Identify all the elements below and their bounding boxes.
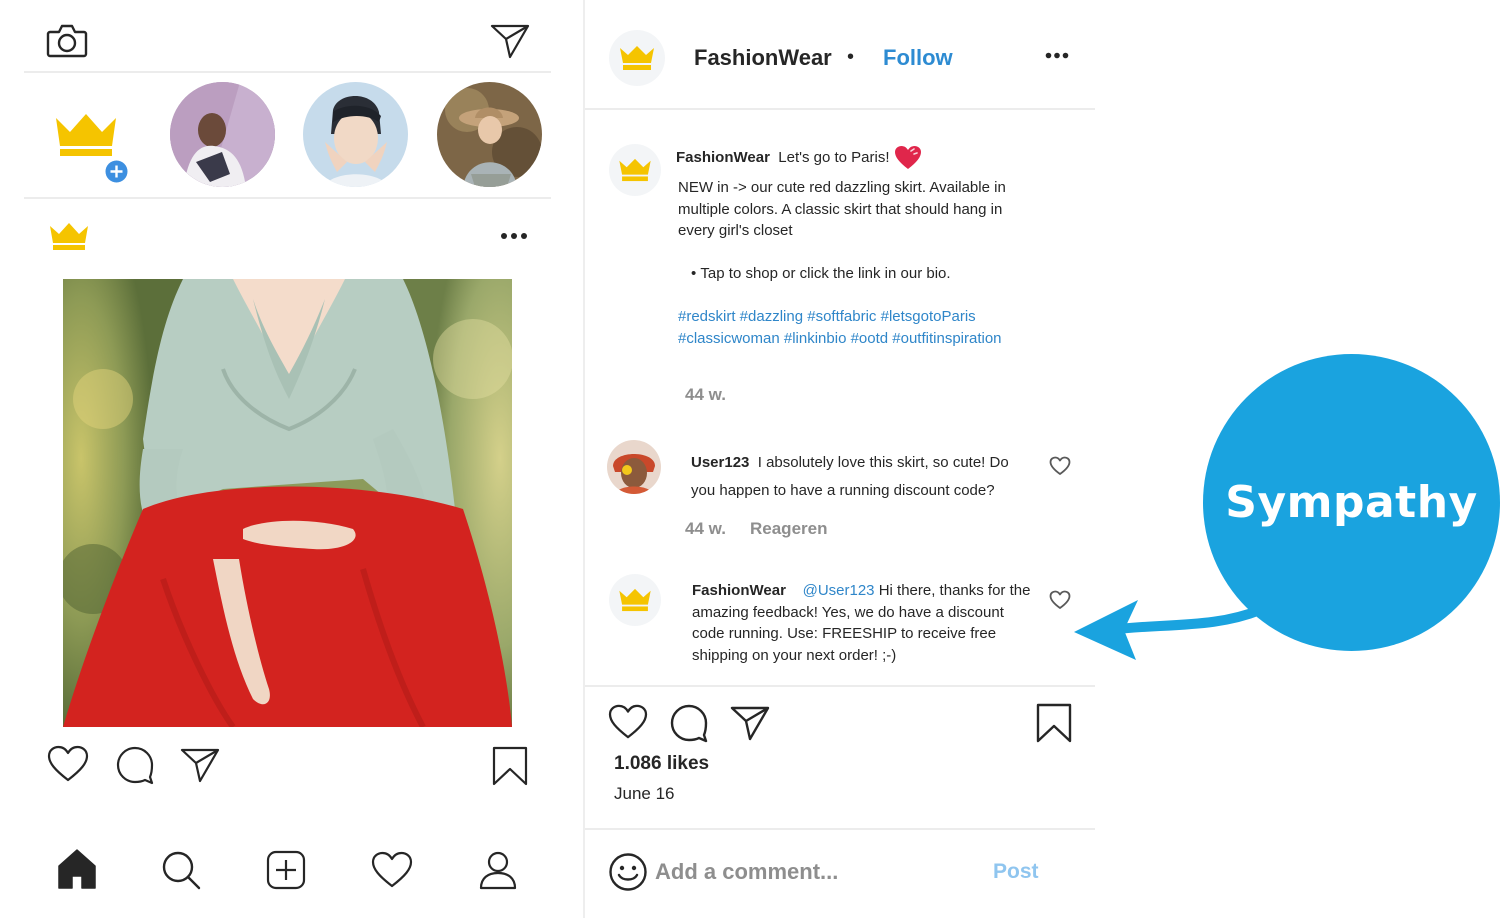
stories-divider bbox=[24, 197, 551, 199]
caption-title: Let's go to Paris! bbox=[778, 149, 890, 166]
follow-button[interactable]: Follow bbox=[883, 45, 953, 71]
story-user-3[interactable] bbox=[437, 82, 542, 187]
sympathy-callout: Sympathy bbox=[1203, 354, 1500, 651]
bullet-dot: • bbox=[691, 265, 701, 282]
post-detail-panel: FashionWear • Follow FashionWear Let's g… bbox=[583, 0, 1095, 918]
post-photo[interactable] bbox=[63, 279, 512, 727]
comment-icon[interactable] bbox=[115, 745, 155, 785]
search-icon[interactable] bbox=[161, 850, 201, 890]
header-divider bbox=[585, 108, 1095, 110]
profile-icon[interactable] bbox=[478, 850, 518, 890]
direct-message-icon[interactable] bbox=[490, 23, 530, 59]
account-name[interactable]: FashionWear bbox=[694, 45, 832, 71]
crown-icon bbox=[619, 588, 651, 612]
crown-icon bbox=[56, 114, 116, 156]
caption-hashtags[interactable]: #redskirt #dazzling #softfabric #letsgot… bbox=[678, 306, 1008, 349]
crown-icon bbox=[619, 158, 651, 182]
comment-input[interactable] bbox=[655, 855, 975, 889]
share-icon[interactable] bbox=[730, 705, 770, 741]
caption-bullet: • Tap to shop or click the link in our b… bbox=[691, 263, 1031, 285]
likes-count[interactable]: 1.086 likes bbox=[614, 752, 709, 776]
header-separator: • bbox=[847, 46, 855, 68]
caption-author-avatar[interactable] bbox=[609, 144, 661, 196]
home-icon[interactable] bbox=[57, 848, 97, 890]
user123-avatar[interactable] bbox=[607, 440, 661, 494]
camera-icon[interactable] bbox=[46, 22, 88, 60]
story-user-2[interactable] bbox=[303, 82, 408, 187]
new-post-icon[interactable] bbox=[266, 850, 306, 890]
left-feed-panel bbox=[0, 0, 580, 918]
comment-icon[interactable] bbox=[669, 703, 709, 743]
heart-icon[interactable] bbox=[47, 745, 89, 783]
heart-icon[interactable] bbox=[608, 704, 648, 740]
caption-bullet-text: Tap to shop or click the link in our bio… bbox=[700, 265, 951, 282]
post-author-avatar[interactable] bbox=[48, 222, 90, 252]
like-comment-1-icon[interactable] bbox=[1049, 456, 1071, 476]
activity-icon[interactable] bbox=[371, 851, 413, 889]
crown-icon bbox=[620, 46, 654, 70]
bookmark-icon[interactable] bbox=[492, 746, 528, 786]
account-avatar[interactable] bbox=[609, 30, 665, 86]
input-divider bbox=[585, 828, 1095, 830]
story-user-1[interactable] bbox=[170, 82, 275, 187]
caption-age: 44 w. bbox=[685, 385, 726, 404]
share-icon[interactable] bbox=[180, 747, 220, 783]
comment-1-author[interactable]: User123 bbox=[691, 454, 749, 471]
comment-1-text: User123 I absolutely love this skirt, so… bbox=[691, 449, 1031, 505]
reply-author-avatar[interactable] bbox=[609, 574, 661, 626]
more-icon[interactable] bbox=[500, 232, 528, 240]
comment-2-text: FashionWear @User123 Hi there, thanks fo… bbox=[692, 580, 1032, 666]
post-date: June 16 bbox=[614, 784, 675, 803]
heart-emoji-icon bbox=[894, 145, 922, 171]
story-own[interactable] bbox=[52, 112, 120, 158]
bookmark-icon[interactable] bbox=[1036, 703, 1072, 743]
more-icon[interactable] bbox=[1045, 52, 1069, 59]
caption-first-line: FashionWear Let's go to Paris! bbox=[676, 147, 976, 169]
callout-label: Sympathy bbox=[1225, 477, 1478, 528]
comment-2-mention[interactable]: @User123 bbox=[803, 582, 875, 599]
caption-body: NEW in -> our cute red dazzling skirt. A… bbox=[678, 179, 1006, 239]
comments-divider bbox=[585, 685, 1095, 687]
comment-2-author[interactable]: FashionWear bbox=[692, 582, 786, 599]
caption-author[interactable]: FashionWear bbox=[676, 149, 770, 166]
comment-1-age: 44 w. bbox=[685, 519, 726, 538]
post-comment-button[interactable]: Post bbox=[993, 859, 1039, 885]
emoji-icon[interactable] bbox=[608, 852, 648, 892]
crown-icon bbox=[50, 223, 88, 250]
add-story-icon[interactable] bbox=[103, 158, 130, 185]
comment-1-reply-button[interactable]: Reageren bbox=[750, 519, 827, 539]
header-divider bbox=[24, 71, 551, 73]
